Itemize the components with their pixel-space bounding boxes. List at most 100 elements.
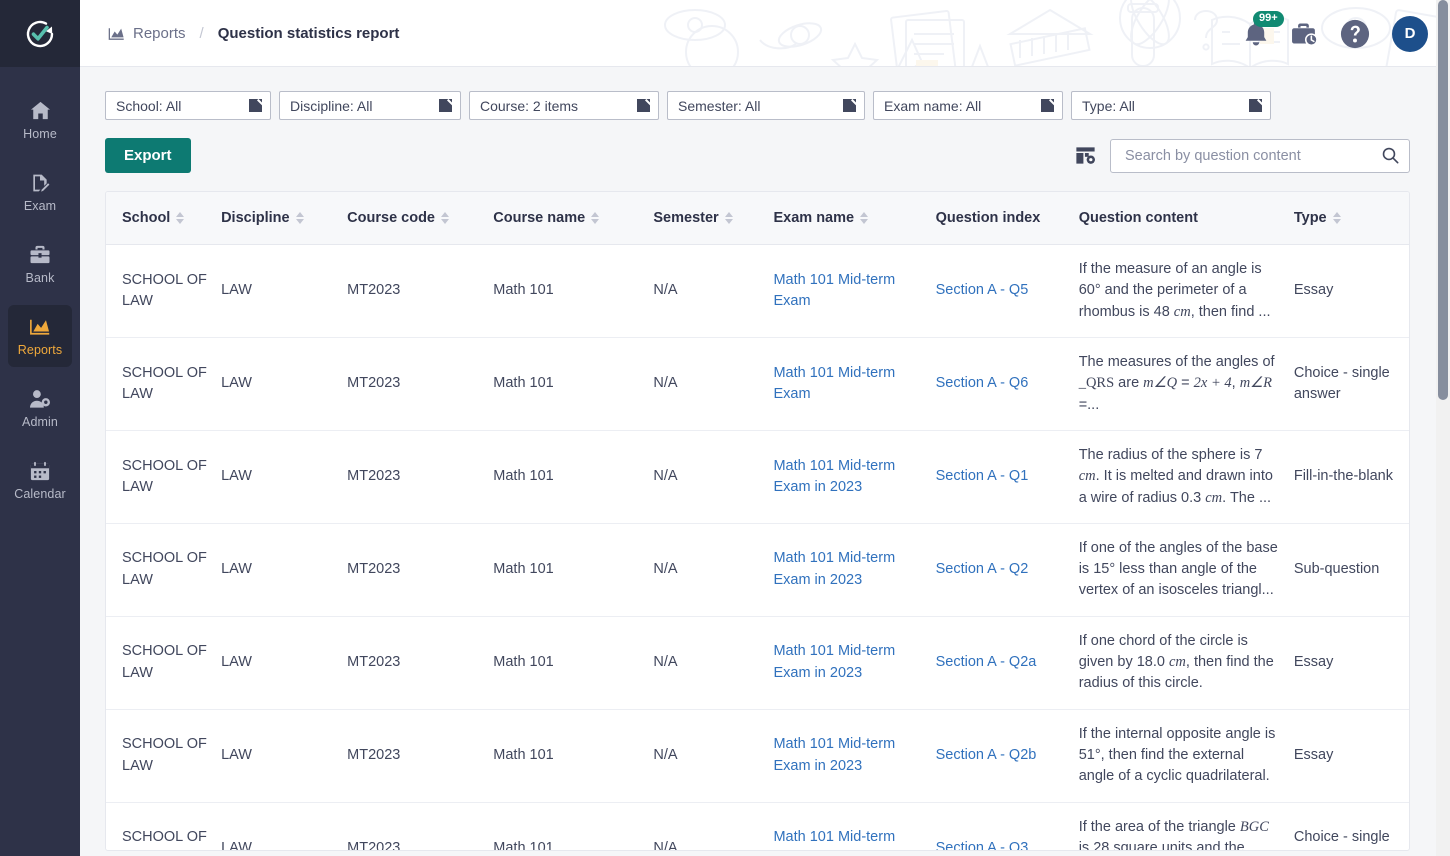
table-row: SCHOOL OF LAWLAWMT2023Math 101N/AMath 10…: [106, 430, 1409, 524]
sort-icon[interactable]: [860, 212, 869, 224]
column-label: Exam name: [773, 210, 855, 226]
sidebar-item-admin[interactable]: Admin: [0, 377, 80, 439]
cell-question-index[interactable]: Section A - Q2: [935, 523, 1079, 617]
cell-question-content: The measures of the angles of _QRS are m…: [1078, 337, 1294, 431]
cell-question-index-link[interactable]: Section A - Q3: [936, 840, 1029, 850]
sidebar-item-label: Reports: [17, 342, 63, 357]
column-header-exam-name[interactable]: Exam name: [773, 192, 936, 245]
cell-exam-name-link[interactable]: Math 101 Mid-term Exam: [773, 272, 895, 309]
chart-icon: [108, 26, 125, 41]
column-label: Course code: [347, 210, 436, 226]
cell-type: Essay: [1293, 616, 1409, 710]
cell-exam-name[interactable]: Math 101 Mid-term Exam in 2023: [773, 430, 936, 524]
notifications-button[interactable]: 99+: [1243, 11, 1284, 47]
table-header-row: School Discipline Course code Course nam…: [106, 192, 1409, 245]
cell-question-index[interactable]: Section A - Q1: [935, 430, 1079, 524]
cell-type: Choice - single answer: [1293, 802, 1409, 850]
column-header-course-name[interactable]: Course name: [493, 192, 654, 245]
exam-icon: [30, 172, 50, 194]
page-title: Question statistics report: [217, 24, 400, 42]
filter-label: Course: 2 items: [480, 97, 579, 114]
cell-question-index-link[interactable]: Section A - Q2: [936, 561, 1029, 577]
cell-exam-name[interactable]: Math 101 Mid-term Exam in 2023: [773, 616, 936, 710]
cell-exam-name-link[interactable]: Math 101 Mid-term Exam in 2023: [773, 550, 895, 587]
cell-question-index[interactable]: Section A - Q5: [935, 244, 1079, 338]
cell-question-index[interactable]: Section A - Q2b: [935, 709, 1079, 803]
column-header-question-index: Question index: [935, 192, 1079, 245]
cell-exam-name[interactable]: Math 101 Mid-term Exam: [773, 244, 936, 338]
cell-question-index-link[interactable]: Section A - Q6: [936, 375, 1029, 391]
cell-course-code: MT2023: [347, 523, 494, 617]
column-label: School: [122, 210, 171, 226]
export-button[interactable]: Export: [105, 138, 191, 173]
cell-course-name: Math 101: [493, 616, 654, 710]
column-header-course-code[interactable]: Course code: [347, 192, 494, 245]
cell-question-index[interactable]: Section A - Q6: [935, 337, 1079, 431]
cell-question-index-link[interactable]: Section A - Q1: [936, 468, 1029, 484]
column-header-school[interactable]: School: [106, 192, 222, 245]
cell-question-index[interactable]: Section A - Q3: [935, 802, 1079, 850]
cell-discipline: LAW: [221, 709, 348, 803]
search-box[interactable]: [1110, 138, 1410, 173]
sidebar-item-calendar[interactable]: Calendar: [0, 449, 80, 511]
sort-icon[interactable]: [441, 212, 450, 224]
sidebar-item-exam[interactable]: Exam: [0, 161, 80, 223]
app-logo[interactable]: [0, 0, 80, 67]
scrollbar-thumb[interactable]: [1438, 0, 1448, 400]
cell-exam-name[interactable]: Math 101 Mid-term Exam in 2023: [773, 523, 936, 617]
table-row: SCHOOL OF LAWLAWMT2023Math 101N/AMath 10…: [106, 523, 1409, 617]
filter-course[interactable]: Course: 2 items: [469, 91, 659, 120]
breadcrumb-reports-link[interactable]: Reports: [133, 25, 186, 42]
cell-exam-name-link[interactable]: Math 101 Mid-term Exam in 2023: [773, 643, 895, 680]
column-header-semester[interactable]: Semester: [653, 192, 774, 245]
column-header-type[interactable]: Type: [1293, 192, 1409, 245]
filter-discipline[interactable]: Discipline: All: [279, 91, 461, 120]
table-settings-icon[interactable]: [1075, 146, 1096, 165]
search-icon[interactable]: [1382, 147, 1399, 164]
cell-question-index-link[interactable]: Section A - Q2a: [936, 654, 1037, 670]
sort-icon[interactable]: [724, 212, 733, 224]
cell-exam-name[interactable]: Math 101 Mid-term Exam: [773, 337, 936, 431]
refresh-check-logo-icon: [26, 20, 54, 47]
sidebar: Home Exam Bank Reports Admin Calendar: [0, 0, 80, 856]
avatar[interactable]: D: [1392, 15, 1428, 52]
cell-type: Sub-question: [1293, 523, 1409, 617]
cell-question-index-link[interactable]: Section A - Q2b: [936, 747, 1037, 763]
admin-icon: [29, 388, 51, 410]
sidebar-item-label: Home: [23, 126, 57, 141]
search-input[interactable]: [1123, 146, 1382, 165]
filter-school[interactable]: School: All: [105, 91, 271, 120]
cell-exam-name-link[interactable]: Math 101 Mid-term Exam in 2023: [773, 458, 895, 495]
cell-school: SCHOOL OF LAW: [106, 244, 222, 338]
cell-exam-name-link[interactable]: Math 101 Mid-term Exam: [773, 365, 895, 402]
breadcrumb-separator: /: [199, 24, 204, 42]
column-header-discipline[interactable]: Discipline: [221, 192, 348, 245]
cell-exam-name[interactable]: Math 101 Mid-term Exam in 2023: [773, 802, 936, 850]
filter-exam-name[interactable]: Exam name: All: [873, 91, 1063, 120]
cell-discipline: LAW: [221, 616, 348, 710]
sort-icon[interactable]: [1332, 212, 1341, 224]
help-button[interactable]: [1340, 19, 1370, 49]
sidebar-item-label: Bank: [25, 270, 55, 285]
cell-exam-name[interactable]: Math 101 Mid-term Exam in 2023: [773, 709, 936, 803]
filter-type[interactable]: Type: All: [1071, 91, 1271, 120]
briefcase-clock-button[interactable]: [1291, 22, 1318, 46]
filter-semester[interactable]: Semester: All: [667, 91, 865, 120]
sort-icon[interactable]: [295, 212, 304, 224]
sidebar-item-reports[interactable]: Reports: [8, 305, 72, 367]
sidebar-item-bank[interactable]: Bank: [0, 233, 80, 295]
sort-icon[interactable]: [176, 212, 185, 224]
notification-badge: 99+: [1253, 11, 1284, 27]
cell-course-code: MT2023: [347, 616, 494, 710]
cell-question-content: If the internal opposite angle is 51°, t…: [1078, 709, 1294, 803]
page-scrollbar[interactable]: [1436, 0, 1450, 856]
sort-icon[interactable]: [591, 212, 600, 224]
cell-exam-name-link[interactable]: Math 101 Mid-term Exam in 2023: [773, 736, 895, 773]
cell-course-name: Math 101: [493, 802, 654, 850]
cell-school: SCHOOL OF LAW: [106, 523, 222, 617]
sidebar-item-home[interactable]: Home: [0, 89, 80, 151]
cell-question-index[interactable]: Section A - Q2a: [935, 616, 1079, 710]
table-row: SCHOOL OF LAWLAWMT2023Math 101N/AMath 10…: [106, 802, 1409, 850]
cell-exam-name-link[interactable]: Math 101 Mid-term Exam in 2023: [773, 829, 895, 850]
cell-question-index-link[interactable]: Section A - Q5: [936, 282, 1029, 298]
